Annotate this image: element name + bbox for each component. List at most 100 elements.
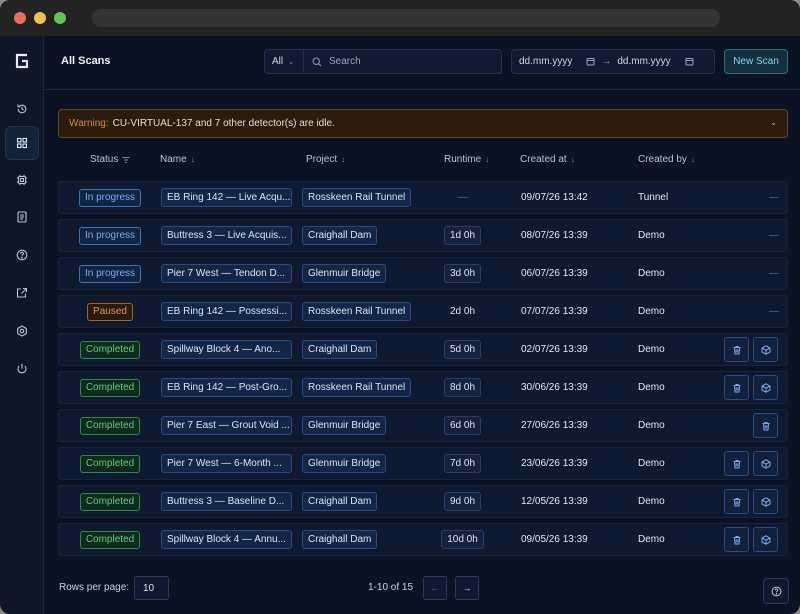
view-3d-button[interactable]: [753, 375, 778, 400]
next-page-button[interactable]: →: [455, 576, 479, 600]
scan-name-link[interactable]: Buttress 3 — Live Acquis...: [161, 226, 292, 245]
delete-scan-button[interactable]: [724, 527, 749, 552]
created-at-value: 12/05/26 13:39: [521, 496, 588, 507]
sort-arrow-icon: ↓: [341, 155, 346, 164]
status-filter-value: All: [272, 56, 284, 67]
created-by-value: Demo: [638, 496, 665, 507]
table-row[interactable]: In progress EB Ring 142 — Live Acqu... R…: [58, 181, 788, 214]
help-button[interactable]: [763, 578, 789, 604]
calendar-icon[interactable]: [586, 57, 595, 66]
column-header-name[interactable]: Name ↓: [160, 154, 195, 165]
arrow-right-icon: →: [601, 56, 612, 67]
scan-name-link[interactable]: Spillway Block 4 — Ano...: [161, 340, 292, 359]
column-header-project[interactable]: Project ↓: [306, 154, 345, 165]
sidebar-item-logout[interactable]: [6, 353, 38, 385]
column-header-created-at[interactable]: Created at ↓: [520, 154, 575, 165]
view-3d-button[interactable]: [753, 337, 778, 362]
project-link[interactable]: Craighall Dam: [302, 492, 378, 511]
scan-name-link[interactable]: EB Ring 142 — Post-Gro...: [161, 378, 292, 397]
scan-name-link[interactable]: Buttress 3 — Baseline D...: [161, 492, 292, 511]
delete-scan-button[interactable]: [724, 451, 749, 476]
table-row[interactable]: Completed Spillway Block 4 — Annu... Cra…: [58, 523, 788, 556]
sidebar-item-help[interactable]: [6, 239, 38, 271]
idle-warning-banner[interactable]: Warning: CU-VIRTUAL-137 and 7 other dete…: [58, 109, 788, 138]
column-label: Name: [160, 154, 187, 165]
page-header: All Scans All ⌄ dd.mm.yyyy → dd.mm.yyyy …: [44, 36, 800, 90]
table-row[interactable]: Paused EB Ring 142 — Possessi... Rosskee…: [58, 295, 788, 328]
sidebar-item-external[interactable]: [6, 277, 38, 309]
column-header-status[interactable]: Status: [90, 154, 130, 165]
created-at-value: 08/07/26 13:39: [521, 230, 588, 241]
table-row[interactable]: Completed Pier 7 West — 6-Month ... Glen…: [58, 447, 788, 480]
created-by-value: Demo: [638, 382, 665, 393]
table-row[interactable]: Completed Spillway Block 4 — Ano... Crai…: [58, 333, 788, 366]
scan-name-link[interactable]: Pier 7 West — Tendon D...: [161, 264, 292, 283]
sidebar-item-dashboard[interactable]: [5, 126, 39, 160]
maximize-window-button[interactable]: [54, 12, 66, 24]
table-row[interactable]: Completed Pier 7 East — Grout Void ... G…: [58, 409, 788, 442]
chevron-down-icon[interactable]: ⌄: [770, 118, 777, 127]
column-header-runtime[interactable]: Runtime ↓: [444, 154, 489, 165]
power-icon: [17, 364, 27, 374]
delete-scan-button[interactable]: [753, 413, 778, 438]
column-header-created-by[interactable]: Created by ↓: [638, 154, 695, 165]
scan-name-link[interactable]: Pier 7 East — Grout Void ...: [161, 416, 292, 435]
created-at-value: 02/07/26 13:39: [521, 344, 588, 355]
created-by-value: Demo: [638, 458, 665, 469]
created-by-value: Demo: [638, 344, 665, 355]
table-row[interactable]: In progress Buttress 3 — Live Acquis... …: [58, 219, 788, 252]
project-link[interactable]: Rosskeen Rail Tunnel: [302, 302, 412, 321]
cube-icon: [761, 496, 770, 507]
scan-name-link[interactable]: Spillway Block 4 — Annu...: [161, 530, 292, 549]
history-icon: [17, 104, 27, 114]
project-link[interactable]: Craighall Dam: [302, 530, 378, 549]
created-at-value: 09/07/26 13:42: [521, 192, 588, 203]
sidebar-item-detectors[interactable]: [6, 164, 38, 196]
rows-per-page-select[interactable]: 10: [134, 576, 169, 600]
date-to-field[interactable]: dd.mm.yyyy: [617, 56, 670, 67]
sidebar-item-settings[interactable]: [6, 315, 38, 347]
filter-icon[interactable]: [122, 156, 130, 164]
minimize-window-button[interactable]: [34, 12, 46, 24]
view-3d-button[interactable]: [753, 489, 778, 514]
project-link[interactable]: Glenmuir Bridge: [302, 454, 387, 473]
sidebar-item-history[interactable]: [6, 93, 38, 125]
address-bar[interactable]: [92, 9, 720, 27]
scan-name-link[interactable]: EB Ring 142 — Live Acqu...: [161, 188, 292, 207]
date-range-picker: dd.mm.yyyy → dd.mm.yyyy: [511, 49, 715, 74]
project-link[interactable]: Craighall Dam: [302, 340, 378, 359]
delete-scan-button[interactable]: [724, 337, 749, 362]
date-from-field[interactable]: dd.mm.yyyy: [519, 56, 572, 67]
page-title: All Scans: [61, 55, 111, 67]
close-window-button[interactable]: [14, 12, 26, 24]
table-row[interactable]: In progress Pier 7 West — Tendon D... Gl…: [58, 257, 788, 290]
warning-label: Warning:: [69, 118, 109, 129]
project-link[interactable]: Glenmuir Bridge: [302, 416, 387, 435]
view-3d-button[interactable]: [753, 527, 778, 552]
scan-name-link[interactable]: EB Ring 142 — Possessi...: [161, 302, 292, 321]
status-filter-select[interactable]: All ⌄: [265, 50, 304, 73]
project-link[interactable]: Rosskeen Rail Tunnel: [302, 188, 412, 207]
search-input[interactable]: [329, 56, 479, 67]
view-3d-button[interactable]: [753, 451, 778, 476]
scan-name-link[interactable]: Pier 7 West — 6-Month ...: [161, 454, 292, 473]
table-row[interactable]: Completed EB Ring 142 — Post-Gro... Ross…: [58, 371, 788, 404]
project-link[interactable]: Glenmuir Bridge: [302, 264, 387, 283]
help-circle-icon: [771, 586, 781, 596]
calendar-icon[interactable]: [685, 57, 694, 66]
status-badge: In progress: [78, 188, 142, 207]
new-scan-button[interactable]: New Scan: [724, 49, 788, 74]
table-row[interactable]: Completed Buttress 3 — Baseline D... Cra…: [58, 485, 788, 518]
created-at-value: 09/05/26 13:39: [521, 534, 588, 545]
project-link[interactable]: Craighall Dam: [302, 226, 378, 245]
chevron-down-icon: ⌄: [288, 58, 294, 66]
sidebar-item-reports[interactable]: [6, 201, 38, 233]
cube-icon: [761, 344, 770, 355]
delete-scan-button[interactable]: [724, 489, 749, 514]
previous-page-button[interactable]: ←: [423, 576, 447, 600]
app-logo-icon[interactable]: [12, 52, 32, 70]
status-badge: Completed: [79, 340, 141, 359]
delete-scan-button[interactable]: [724, 375, 749, 400]
project-link[interactable]: Rosskeen Rail Tunnel: [302, 378, 412, 397]
table-header: Status Name ↓ Project ↓ Runtime ↓ Create…: [58, 148, 788, 172]
